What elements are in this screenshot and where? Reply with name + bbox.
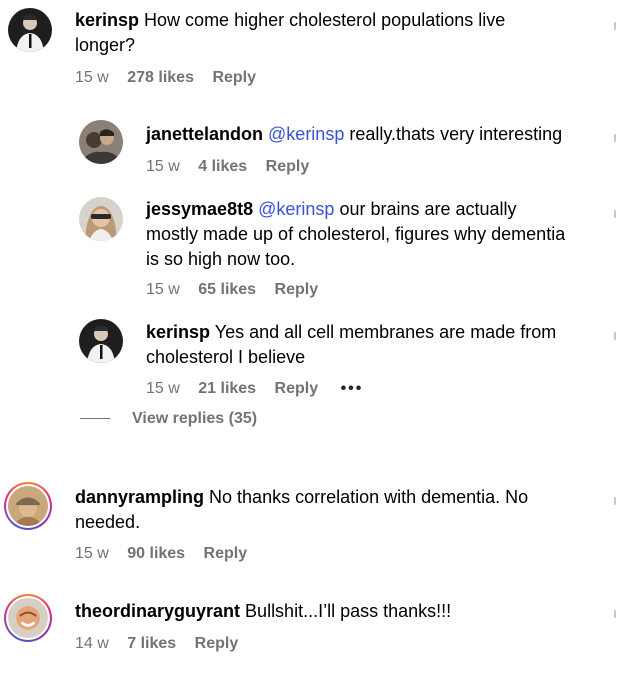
- comment-username[interactable]: kerinsp: [146, 322, 210, 342]
- comment-username[interactable]: jessymae8t8: [146, 199, 253, 219]
- mention-link[interactable]: @kerinsp: [268, 124, 344, 144]
- comment-username[interactable]: theordinaryguyrant: [75, 601, 240, 621]
- avatar[interactable]: [79, 197, 123, 241]
- comment-time[interactable]: 15 w: [146, 380, 180, 397]
- comment-username[interactable]: kerinsp: [75, 10, 139, 30]
- like-heart-icon[interactable]: [614, 610, 616, 618]
- reply-button[interactable]: Reply: [275, 380, 319, 397]
- like-heart-icon[interactable]: [614, 134, 616, 142]
- story-avatar[interactable]: [4, 594, 52, 642]
- comment-username[interactable]: dannyrampling: [75, 487, 204, 507]
- like-heart-icon[interactable]: [614, 497, 616, 505]
- likes-count[interactable]: 65 likes: [198, 281, 256, 298]
- reply-button[interactable]: Reply: [195, 635, 239, 652]
- avatar[interactable]: [8, 8, 52, 52]
- likes-count[interactable]: 4 likes: [198, 158, 247, 175]
- reply-button[interactable]: Reply: [204, 545, 248, 562]
- reply-button[interactable]: Reply: [212, 69, 256, 86]
- likes-count[interactable]: 7 likes: [127, 635, 176, 652]
- comment-time[interactable]: 15 w: [75, 69, 109, 86]
- avatar[interactable]: [79, 120, 123, 164]
- view-replies-label: View replies (35): [132, 410, 258, 427]
- profile-photo-icon: [8, 486, 48, 526]
- comment-text: Bullshit...I’ll pass thanks!!!: [245, 601, 452, 621]
- profile-photo-icon: [8, 598, 48, 638]
- comment-text: How come higher cholesterol populations …: [75, 10, 506, 55]
- comment-time[interactable]: 15 w: [146, 158, 180, 175]
- like-heart-icon[interactable]: [614, 210, 616, 218]
- profile-photo-icon: [79, 319, 123, 363]
- comment-time[interactable]: 14 w: [75, 635, 109, 652]
- view-replies-button[interactable]: View replies (35): [80, 410, 257, 428]
- comment-text: really.thats very interesting: [349, 124, 563, 144]
- story-avatar[interactable]: [4, 482, 52, 530]
- profile-photo-icon: [8, 8, 52, 52]
- like-heart-icon[interactable]: [614, 22, 616, 30]
- comment-time[interactable]: 15 w: [75, 545, 109, 562]
- more-options-icon[interactable]: •••: [341, 380, 364, 398]
- likes-count[interactable]: 278 likes: [127, 69, 194, 86]
- divider-line: [80, 418, 110, 420]
- likes-count[interactable]: 90 likes: [127, 545, 185, 562]
- reply-button[interactable]: Reply: [266, 158, 310, 175]
- profile-photo-icon: [79, 197, 123, 241]
- comment-username[interactable]: janettelandon: [146, 124, 263, 144]
- comment-time[interactable]: 15 w: [146, 281, 180, 298]
- mention-link[interactable]: @kerinsp: [258, 199, 334, 219]
- reply-button[interactable]: Reply: [275, 281, 319, 298]
- avatar[interactable]: [79, 319, 123, 363]
- profile-photo-icon: [79, 120, 123, 164]
- like-heart-icon[interactable]: [614, 332, 616, 340]
- likes-count[interactable]: 21 likes: [198, 380, 256, 397]
